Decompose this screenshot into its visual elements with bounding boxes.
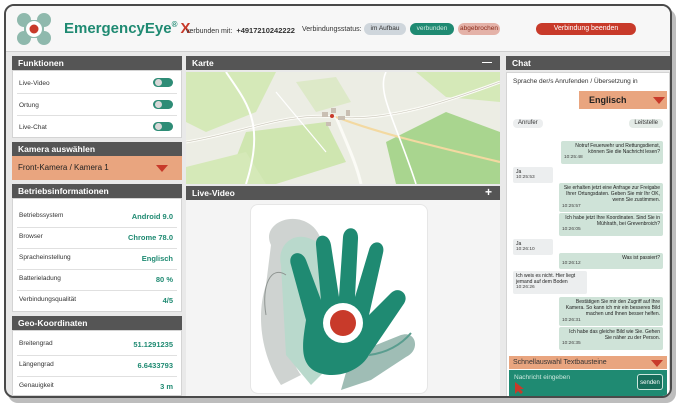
location-toggle[interactable] bbox=[153, 100, 173, 109]
geo-accuracy: Genauigkeit 3 m bbox=[19, 382, 173, 391]
camera-selected-value: Front-Kamera / Kamera 1 bbox=[18, 163, 109, 172]
emergencyeye-logo-icon bbox=[17, 13, 51, 45]
live-chat-toggle[interactable] bbox=[153, 122, 173, 131]
live-video-area bbox=[186, 200, 500, 396]
operating-info-card: Betriebssystem Android 9.0 Browser Chrome … bbox=[12, 198, 182, 312]
live-video-toggle[interactable] bbox=[153, 78, 173, 87]
hand-illustration-icon bbox=[261, 218, 416, 390]
status-aborted-badge: abgebrochen bbox=[458, 23, 500, 35]
functions-card: Live-Video Ortung Live-Chat bbox=[12, 70, 182, 138]
translation-language-value: Englisch bbox=[589, 95, 627, 105]
language-dropdown-arrow-icon[interactable] bbox=[653, 97, 665, 104]
chat-message: Ich habe jetzt Ihre Koordinaten. Sind Si… bbox=[559, 213, 663, 236]
operating-info-title: Betriebsinformationen bbox=[12, 184, 182, 198]
cursor-arrow-icon bbox=[515, 382, 524, 394]
message-compose: Nachricht eingeben senden bbox=[509, 370, 667, 396]
info-browser: Browser Chrome 78.0 bbox=[19, 233, 173, 242]
geo-title: Geo-Koordinaten bbox=[12, 316, 182, 330]
chat-message: Notruf Feuerwehr und Rettungsdienst, kön… bbox=[561, 141, 663, 164]
send-button[interactable]: senden bbox=[637, 374, 663, 390]
geo-card: Breitengrad 51.1291235 Längengrad 6.643379… bbox=[12, 330, 182, 396]
functions-title: Funktionen bbox=[12, 56, 182, 70]
app-window: EmergencyEye® X verbunden mit: +4917210242… bbox=[4, 4, 672, 398]
geo-longitude: Längengrad 6.6433793 bbox=[19, 361, 173, 370]
map-collapse-icon[interactable]: — bbox=[482, 56, 492, 70]
chat-message: Was ist passiert? 10:26:12 bbox=[559, 253, 663, 270]
quick-select-arrow-icon[interactable] bbox=[651, 360, 663, 367]
connection-status-label: Verbindungsstatus: bbox=[302, 26, 362, 33]
caller-phone: +4917210242222 bbox=[236, 26, 295, 35]
header: EmergencyEye® X verbunden mit: +4917210242… bbox=[6, 6, 670, 52]
message-input[interactable]: Nachricht eingeben bbox=[514, 374, 570, 381]
chat-message: Bestätigen Sie mir den Zugriff auf Ihre … bbox=[559, 297, 663, 326]
function-live-chat: Live-Chat bbox=[19, 124, 47, 131]
info-connection-quality: Verbindungsqualität 4/5 bbox=[19, 296, 173, 305]
info-language: Spracheinstellung Englisch bbox=[19, 254, 173, 263]
info-os: Betriebssystem Android 9.0 bbox=[19, 212, 173, 221]
status-building-badge: im Aufbau bbox=[364, 23, 406, 35]
map-graphic bbox=[186, 72, 500, 184]
chat-message: Ja 10:25:53 bbox=[513, 167, 553, 184]
connection-info: verbunden mit: +4917210242222 bbox=[186, 26, 295, 35]
live-video-title: Live-Video + bbox=[186, 185, 500, 200]
brand-title: EmergencyEye® X bbox=[64, 20, 191, 37]
camera-title: Kamera auswählen bbox=[12, 142, 182, 156]
chat-language-label: Sprache der/s Anrufenden / Übersetzung i… bbox=[513, 78, 638, 85]
chat-message: Ich weis es nicht. Hier liegt jemand auf… bbox=[513, 271, 587, 294]
chat-panel: Sprache der/s Anrufenden / Übersetzung i… bbox=[506, 72, 670, 396]
location-map[interactable] bbox=[186, 72, 500, 184]
info-battery: Batterieladung 80 % bbox=[19, 275, 173, 284]
chat-title: Chat bbox=[506, 56, 670, 70]
map-title: Karte — bbox=[186, 56, 500, 70]
chat-message: Sie erhalten jetzt eine Anfrage zur Frei… bbox=[559, 183, 663, 212]
function-location: Ortung bbox=[19, 102, 39, 109]
geo-latitude: Breitengrad 51.1291235 bbox=[19, 340, 173, 349]
chat-message: Ich habe das gleiche Bild wie Sie. Gehen… bbox=[559, 327, 663, 350]
video-frame[interactable] bbox=[250, 204, 428, 394]
function-live-video: Live-Video bbox=[19, 80, 50, 87]
caller-tab[interactable]: Anrufer bbox=[513, 119, 543, 128]
chat-message: Ja 10:26:10 bbox=[513, 239, 553, 256]
status-connected-badge: verbunden bbox=[410, 23, 454, 35]
quick-select-text-modules[interactable]: Schnellauswahl Textbausteine bbox=[509, 356, 667, 369]
video-expand-icon[interactable]: + bbox=[485, 185, 492, 199]
control-center-tab[interactable]: Leitstelle bbox=[629, 119, 663, 128]
end-connection-button[interactable]: Verbindung beenden bbox=[536, 23, 636, 35]
camera-dropdown-arrow-icon[interactable] bbox=[156, 165, 168, 172]
